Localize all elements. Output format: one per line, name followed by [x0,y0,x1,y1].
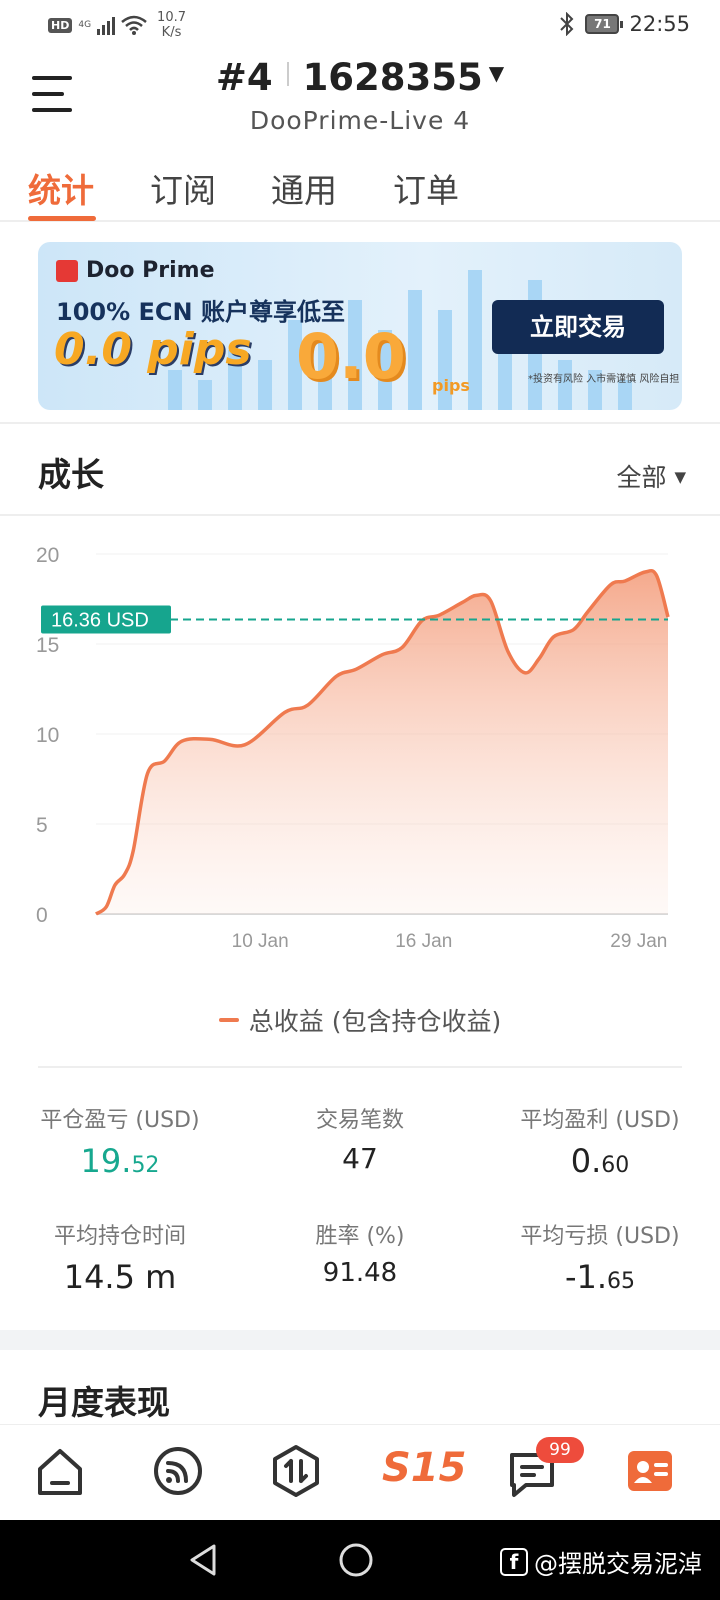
stat-value-frac: 52 [131,1153,160,1178]
stat-value: 47 [342,1142,378,1175]
server-name: DooPrime-Live 4 [249,106,471,135]
stat-label: 交易笔数 [315,1108,404,1133]
account-prefix: #4 [215,56,273,99]
home-icon[interactable] [30,1441,90,1501]
promo-banner[interactable]: Doo Prime 100% ECN 账户尊享低至 0.0 pips 0.0 p… [38,242,682,410]
stat-value-frac: 65 [607,1269,636,1294]
stat-closed-pnl: 平仓盈亏 (USD) 19.52 [0,1102,240,1180]
network-type: 4G [78,19,92,30]
bluetooth-icon [560,12,574,36]
stat-value-int: 0. [570,1142,602,1180]
range-selector[interactable]: 全部 ▼ [616,458,686,494]
watermark: f @摆脱交易泥淖 [500,1544,702,1579]
trade-icon[interactable] [266,1441,326,1501]
stat-value-frac: 60 [601,1153,630,1178]
stat-label: 平均持仓时间 [53,1224,186,1249]
clock: 22:55 [629,12,690,36]
current-value-label: 16.36 USD [51,610,149,632]
stat-label: 平仓盈亏 (USD) [40,1108,200,1133]
stat-value: -1.65 [480,1258,720,1296]
account-number: 1628355 [302,56,483,99]
stat-value: 14.5 m [63,1258,177,1296]
range-value: 全部 [616,463,667,492]
banner-brand: Doo Prime [86,258,215,283]
legend-swatch [218,1018,239,1022]
y-tick-label: 5 [36,814,48,837]
stat-avg-loss: 平均亏损 (USD) -1.65 [480,1218,720,1296]
facebook-icon: f [500,1547,528,1576]
home-circle-icon[interactable] [338,1542,374,1578]
battery-level: 71 [594,17,611,31]
tab-general[interactable]: 通用 [271,164,337,212]
stat-avg-hold: 平均持仓时间 14.5 m [0,1218,240,1296]
x-tick-label: 29 Jan [610,931,667,952]
chart-legend[interactable]: 总收益 (包含持仓收益) [0,1002,720,1038]
message-icon[interactable]: 99 [502,1437,584,1501]
y-tick-label: 20 [36,544,59,567]
signal-icon [97,15,116,35]
net-speed-value: 10.7 [157,10,186,25]
hd-icon: HD [48,17,73,33]
status-bar: HD 4G 10.7 K/s 71 22:55 [0,0,720,48]
growth-chart[interactable]: 0 5 10 15 20 10 Jan 16 Jan 29 Jan 16.36 USD [0,530,720,970]
x-tick-label: 10 Jan [232,931,289,952]
profile-icon[interactable] [620,1441,680,1501]
trade-now-button[interactable]: 立即交易 [492,300,664,354]
tab-bar: 统计 订阅 通用 订单 [0,156,720,222]
tab-statistics[interactable]: 统计 [28,164,94,212]
banner-disclaimer: *投资有风险 入市需谨慎 风险自担 [528,374,680,385]
watermark-text: @摆脱交易泥淖 [534,1550,702,1578]
growth-title: 成长 [38,455,104,494]
system-nav-bar: f @摆脱交易泥淖 [0,1520,720,1600]
tab-subscribe[interactable]: 订阅 [150,164,216,212]
divider [38,1066,682,1068]
battery-icon: 71 [585,14,624,34]
chevron-down-icon: ▼ [488,61,505,85]
banner-big-unit: pips [432,376,470,395]
net-speed: 10.7 K/s [157,10,186,40]
stat-value: 0.60 [480,1142,720,1180]
wifi-icon [121,15,147,35]
banner-big-value: 0.0 [296,320,406,393]
stat-value: 19.52 [0,1142,240,1180]
tab-indicator [28,216,96,221]
stat-value-int: -1. [564,1258,608,1296]
stat-trades: 交易笔数 47 [240,1102,480,1175]
tab-orders[interactable]: 订单 [393,164,459,212]
stat-win-rate: 胜率 (%) 91.48 [240,1218,480,1288]
stat-label: 平均盈利 (USD) [520,1108,680,1133]
bottom-nav: S15 99 [0,1424,720,1520]
stat-avg-profit: 平均盈利 (USD) 0.60 [480,1102,720,1180]
y-tick-label: 10 [36,724,59,747]
section-separator [0,1330,720,1350]
stat-label: 胜率 (%) [315,1224,405,1249]
s15-logo[interactable]: S15 [382,1445,466,1491]
back-icon[interactable] [186,1542,220,1578]
signal-icon[interactable] [148,1441,208,1501]
monthly-title: 月度表现 [38,1383,170,1422]
divider [0,514,720,516]
chevron-down-icon: ▼ [674,468,686,486]
y-tick-label: 0 [36,904,48,927]
stat-value: 91.48 [322,1258,398,1288]
net-speed-unit: K/s [161,25,182,40]
banner-pips: 0.0 pips [54,324,252,375]
x-tick-label: 16 Jan [395,931,452,952]
divider [0,422,720,424]
y-tick-label: 15 [36,634,59,657]
account-selector[interactable]: #4 1628355 ▼ [0,56,720,99]
message-badge: 99 [536,1437,584,1463]
legend-label: 总收益 (包含持仓收益) [248,1007,502,1036]
stat-label: 平均亏损 (USD) [520,1224,680,1249]
doo-prime-logo: Doo Prime [56,258,215,283]
stat-value-int: 19. [80,1142,132,1180]
